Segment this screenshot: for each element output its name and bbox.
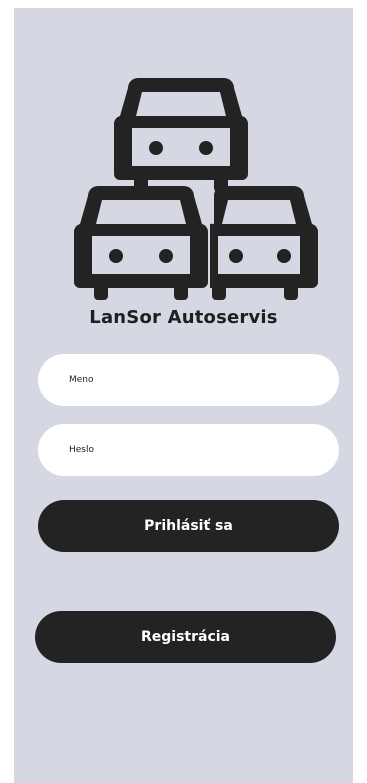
login-button-label: Prihlásiť sa	[144, 518, 233, 534]
password-field-container	[38, 424, 339, 476]
right-car-icon	[210, 186, 319, 300]
register-button[interactable]: Registrácia	[35, 611, 336, 663]
top-car-icon	[113, 78, 249, 192]
username-field-container	[38, 354, 339, 406]
username-input[interactable]	[38, 354, 339, 406]
three-cars-icon	[73, 78, 319, 300]
login-button[interactable]: Prihlásiť sa	[38, 500, 339, 552]
password-input[interactable]	[38, 424, 339, 476]
app-title: LanSor Autoservis	[89, 307, 278, 328]
login-screen: LanSor Autoservis Prihlásiť sa Registrác…	[14, 8, 353, 783]
left-car-icon	[73, 186, 209, 300]
register-button-label: Registrácia	[140, 629, 231, 645]
